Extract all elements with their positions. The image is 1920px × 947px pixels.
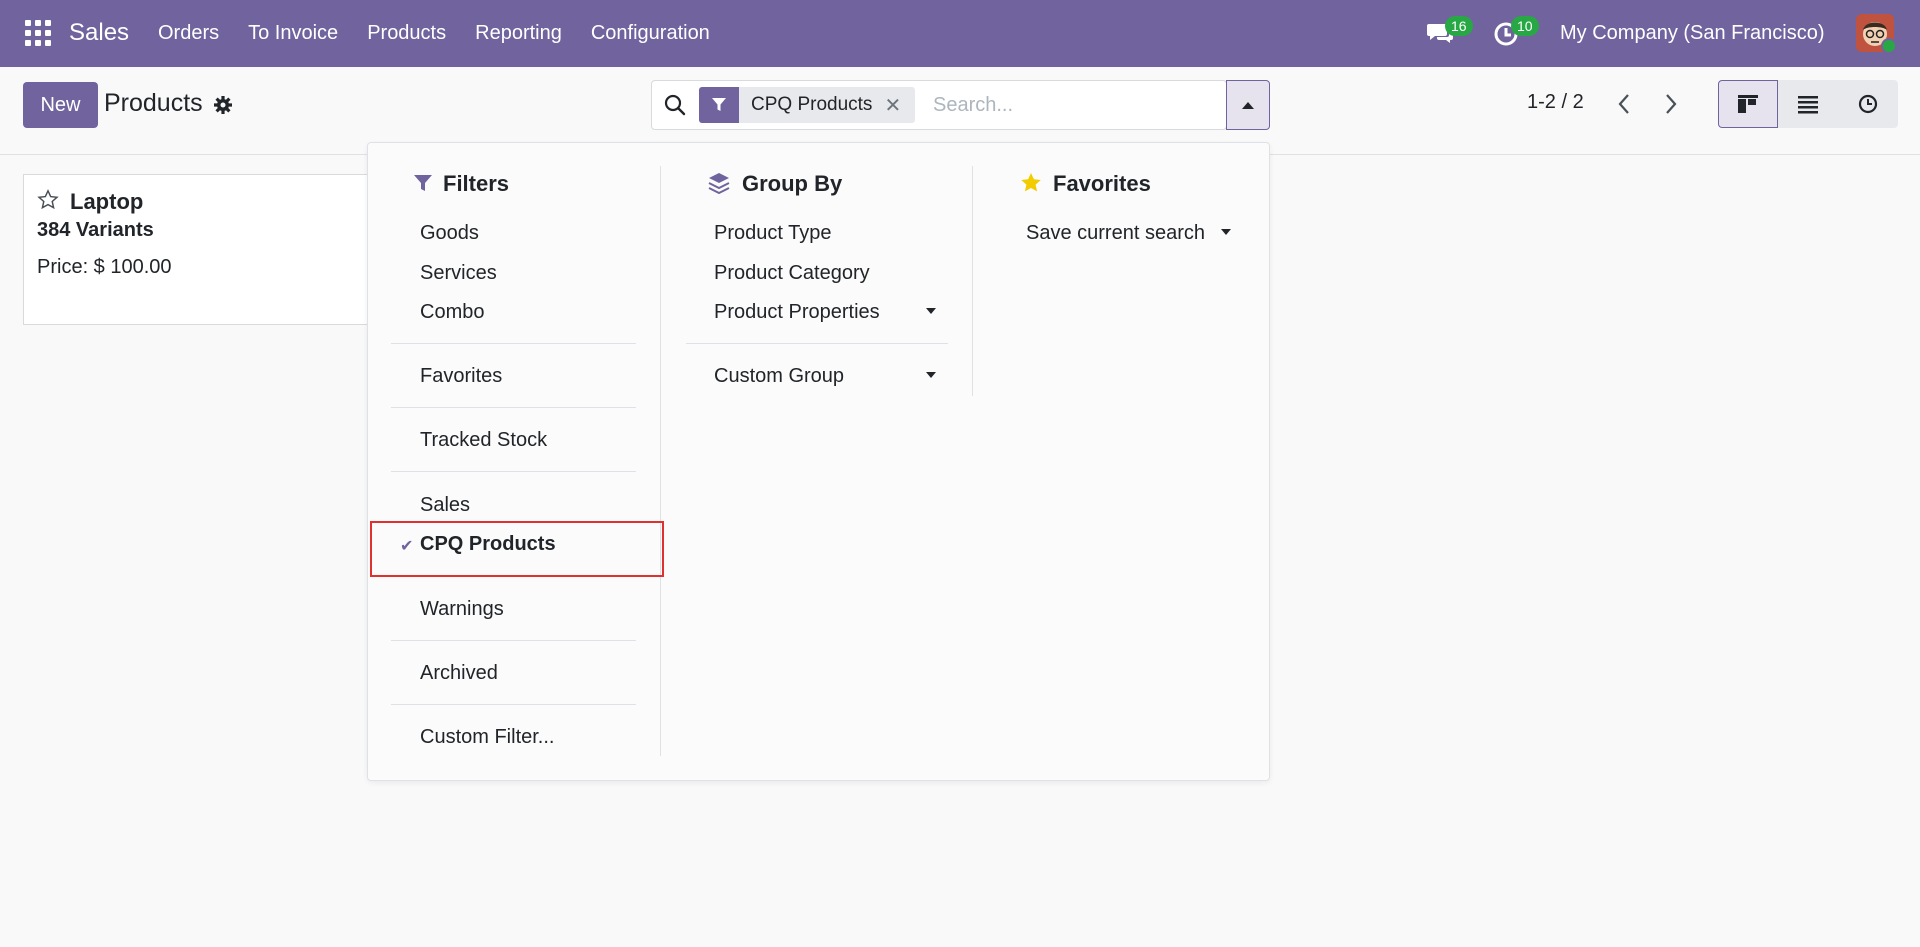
filter-services[interactable]: Services bbox=[420, 262, 497, 285]
menu-to-invoice[interactable]: To Invoice bbox=[248, 22, 338, 45]
product-variants: 384 Variants bbox=[37, 219, 154, 241]
messages-badge: 16 bbox=[1445, 16, 1473, 36]
menu-configuration[interactable]: Configuration bbox=[591, 22, 710, 45]
search-facet: CPQ Products ✕ bbox=[699, 87, 916, 123]
clock-icon bbox=[1858, 94, 1878, 114]
filter-tracked-stock[interactable]: Tracked Stock bbox=[420, 429, 547, 452]
facet-label: CPQ Products bbox=[751, 94, 873, 115]
caret-up-icon bbox=[1242, 101, 1254, 109]
main-menu: Orders To Invoice Products Reporting Con… bbox=[158, 22, 739, 45]
product-name: Laptop bbox=[70, 189, 144, 214]
view-switcher bbox=[1718, 80, 1898, 128]
custom-filter[interactable]: Custom Filter... bbox=[420, 726, 554, 749]
list-view-button[interactable] bbox=[1778, 80, 1838, 128]
save-current-search[interactable]: Save current search bbox=[1026, 222, 1205, 245]
pager-value[interactable]: 1-2 / 2 bbox=[1527, 91, 1584, 114]
chevron-right-icon[interactable] bbox=[1661, 89, 1681, 119]
star-outline-icon[interactable] bbox=[37, 189, 59, 211]
activities-badge: 10 bbox=[1511, 16, 1539, 36]
filter-icon bbox=[414, 175, 432, 191]
chevron-left-icon[interactable] bbox=[1614, 89, 1634, 119]
filter-sales[interactable]: Sales bbox=[420, 494, 470, 517]
activity-view-button[interactable] bbox=[1838, 80, 1898, 128]
caret-down-icon[interactable] bbox=[926, 372, 936, 378]
custom-group[interactable]: Custom Group bbox=[714, 365, 844, 388]
filter-icon bbox=[699, 87, 739, 123]
column-divider bbox=[972, 166, 973, 396]
kanban-icon bbox=[1738, 95, 1758, 113]
separator bbox=[391, 640, 636, 641]
filter-goods[interactable]: Goods bbox=[420, 222, 479, 245]
company-switcher[interactable]: My Company (San Francisco) bbox=[1560, 22, 1825, 45]
separator bbox=[686, 343, 948, 344]
column-divider bbox=[660, 166, 661, 756]
separator bbox=[391, 704, 636, 705]
new-button[interactable]: New bbox=[23, 82, 98, 128]
star-icon bbox=[1021, 173, 1041, 192]
filters-title: Filters bbox=[443, 171, 510, 196]
caret-down-icon[interactable] bbox=[926, 308, 936, 314]
search-icon[interactable] bbox=[664, 94, 686, 116]
search-input[interactable] bbox=[933, 90, 1213, 120]
filter-warnings[interactable]: Warnings bbox=[420, 598, 504, 621]
product-price: Price: $ 100.00 bbox=[37, 256, 172, 278]
list-icon bbox=[1798, 96, 1818, 114]
filter-favorites[interactable]: Favorites bbox=[420, 365, 502, 388]
menu-orders[interactable]: Orders bbox=[158, 22, 219, 45]
filter-combo[interactable]: Combo bbox=[420, 301, 484, 324]
facet-remove-icon[interactable]: ✕ bbox=[884, 93, 915, 118]
groupby-product-type[interactable]: Product Type bbox=[714, 222, 831, 245]
menu-products[interactable]: Products bbox=[367, 22, 446, 45]
favorites-title: Favorites bbox=[1053, 171, 1151, 196]
menu-reporting[interactable]: Reporting bbox=[475, 22, 562, 45]
app-grid-icon[interactable] bbox=[25, 20, 51, 46]
gear-icon[interactable] bbox=[213, 95, 233, 115]
groupby-product-category[interactable]: Product Category bbox=[714, 262, 870, 285]
filter-archived[interactable]: Archived bbox=[420, 662, 498, 685]
separator bbox=[391, 407, 636, 408]
top-navbar: Sales Orders To Invoice Products Reporti… bbox=[0, 0, 1920, 67]
caret-down-icon[interactable] bbox=[1221, 229, 1231, 235]
separator bbox=[391, 343, 636, 344]
highlight-box bbox=[370, 521, 664, 577]
online-status-dot bbox=[1881, 38, 1897, 54]
groupby-product-properties[interactable]: Product Properties bbox=[714, 301, 880, 324]
search-dropdown-toggle[interactable] bbox=[1226, 80, 1270, 130]
product-card[interactable]: Laptop 384 Variants Price: $ 100.00 bbox=[23, 174, 383, 325]
kanban-view-button[interactable] bbox=[1718, 80, 1778, 128]
groupby-title: Group By bbox=[742, 171, 843, 196]
page-title: Products bbox=[104, 89, 203, 117]
layers-icon bbox=[708, 173, 730, 194]
separator bbox=[391, 471, 636, 472]
app-brand[interactable]: Sales bbox=[69, 19, 129, 47]
